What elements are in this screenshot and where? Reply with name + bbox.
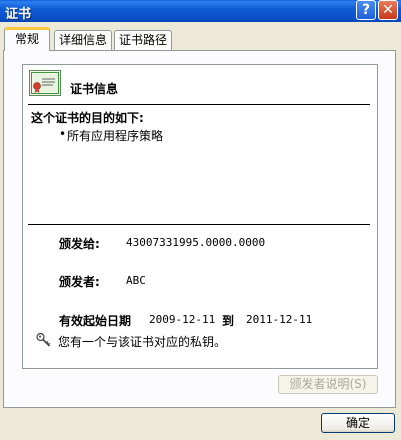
valid-from-label: 有效起始日期 bbox=[59, 314, 132, 328]
issued-to-label: 颁发给: bbox=[59, 237, 100, 251]
issued-by-label: 颁发者: bbox=[59, 275, 100, 289]
private-key-note: 您有一个与该证书对应的私钥。 bbox=[58, 335, 227, 349]
button-label: 颁发者说明(S) bbox=[289, 377, 367, 391]
tab-general[interactable]: 常规 bbox=[4, 27, 50, 51]
purpose-heading: 这个证书的目的如下: bbox=[31, 111, 144, 125]
window-title: 证书 bbox=[5, 7, 32, 22]
valid-to-label: 到 bbox=[222, 314, 235, 328]
valid-from-value: 2009-12-11 bbox=[149, 313, 216, 326]
issued-to-value: 43007331995.0000.0000 bbox=[126, 236, 266, 249]
button-label: 确定 bbox=[345, 416, 370, 430]
valid-to-value: 2011-12-11 bbox=[246, 313, 313, 326]
issuer-statement-button[interactable]: 颁发者说明(S) bbox=[278, 375, 378, 394]
certificate-header: 证书信息 bbox=[70, 82, 119, 96]
issued-by-value: ABC bbox=[126, 274, 146, 287]
tab-label: 详细信息 bbox=[58, 33, 107, 47]
tab-label: 常规 bbox=[14, 32, 39, 46]
help-icon[interactable]: ? bbox=[356, 0, 376, 20]
divider bbox=[28, 224, 370, 225]
ok-button[interactable]: 确定 bbox=[321, 413, 395, 433]
close-icon[interactable]: ✕ bbox=[378, 0, 398, 20]
purpose-bullet: • bbox=[59, 127, 67, 141]
purpose-item: 所有应用程序策略 bbox=[67, 129, 164, 143]
tab-details[interactable]: 详细信息 bbox=[54, 30, 112, 50]
divider bbox=[28, 104, 370, 105]
certificate-icon bbox=[29, 70, 61, 96]
title-bar[interactable]: 证书 ? ✕ bbox=[0, 0, 401, 22]
key-icon bbox=[36, 332, 51, 347]
tab-label: 证书路径 bbox=[118, 33, 167, 47]
tab-certification-path[interactable]: 证书路径 bbox=[114, 30, 172, 50]
